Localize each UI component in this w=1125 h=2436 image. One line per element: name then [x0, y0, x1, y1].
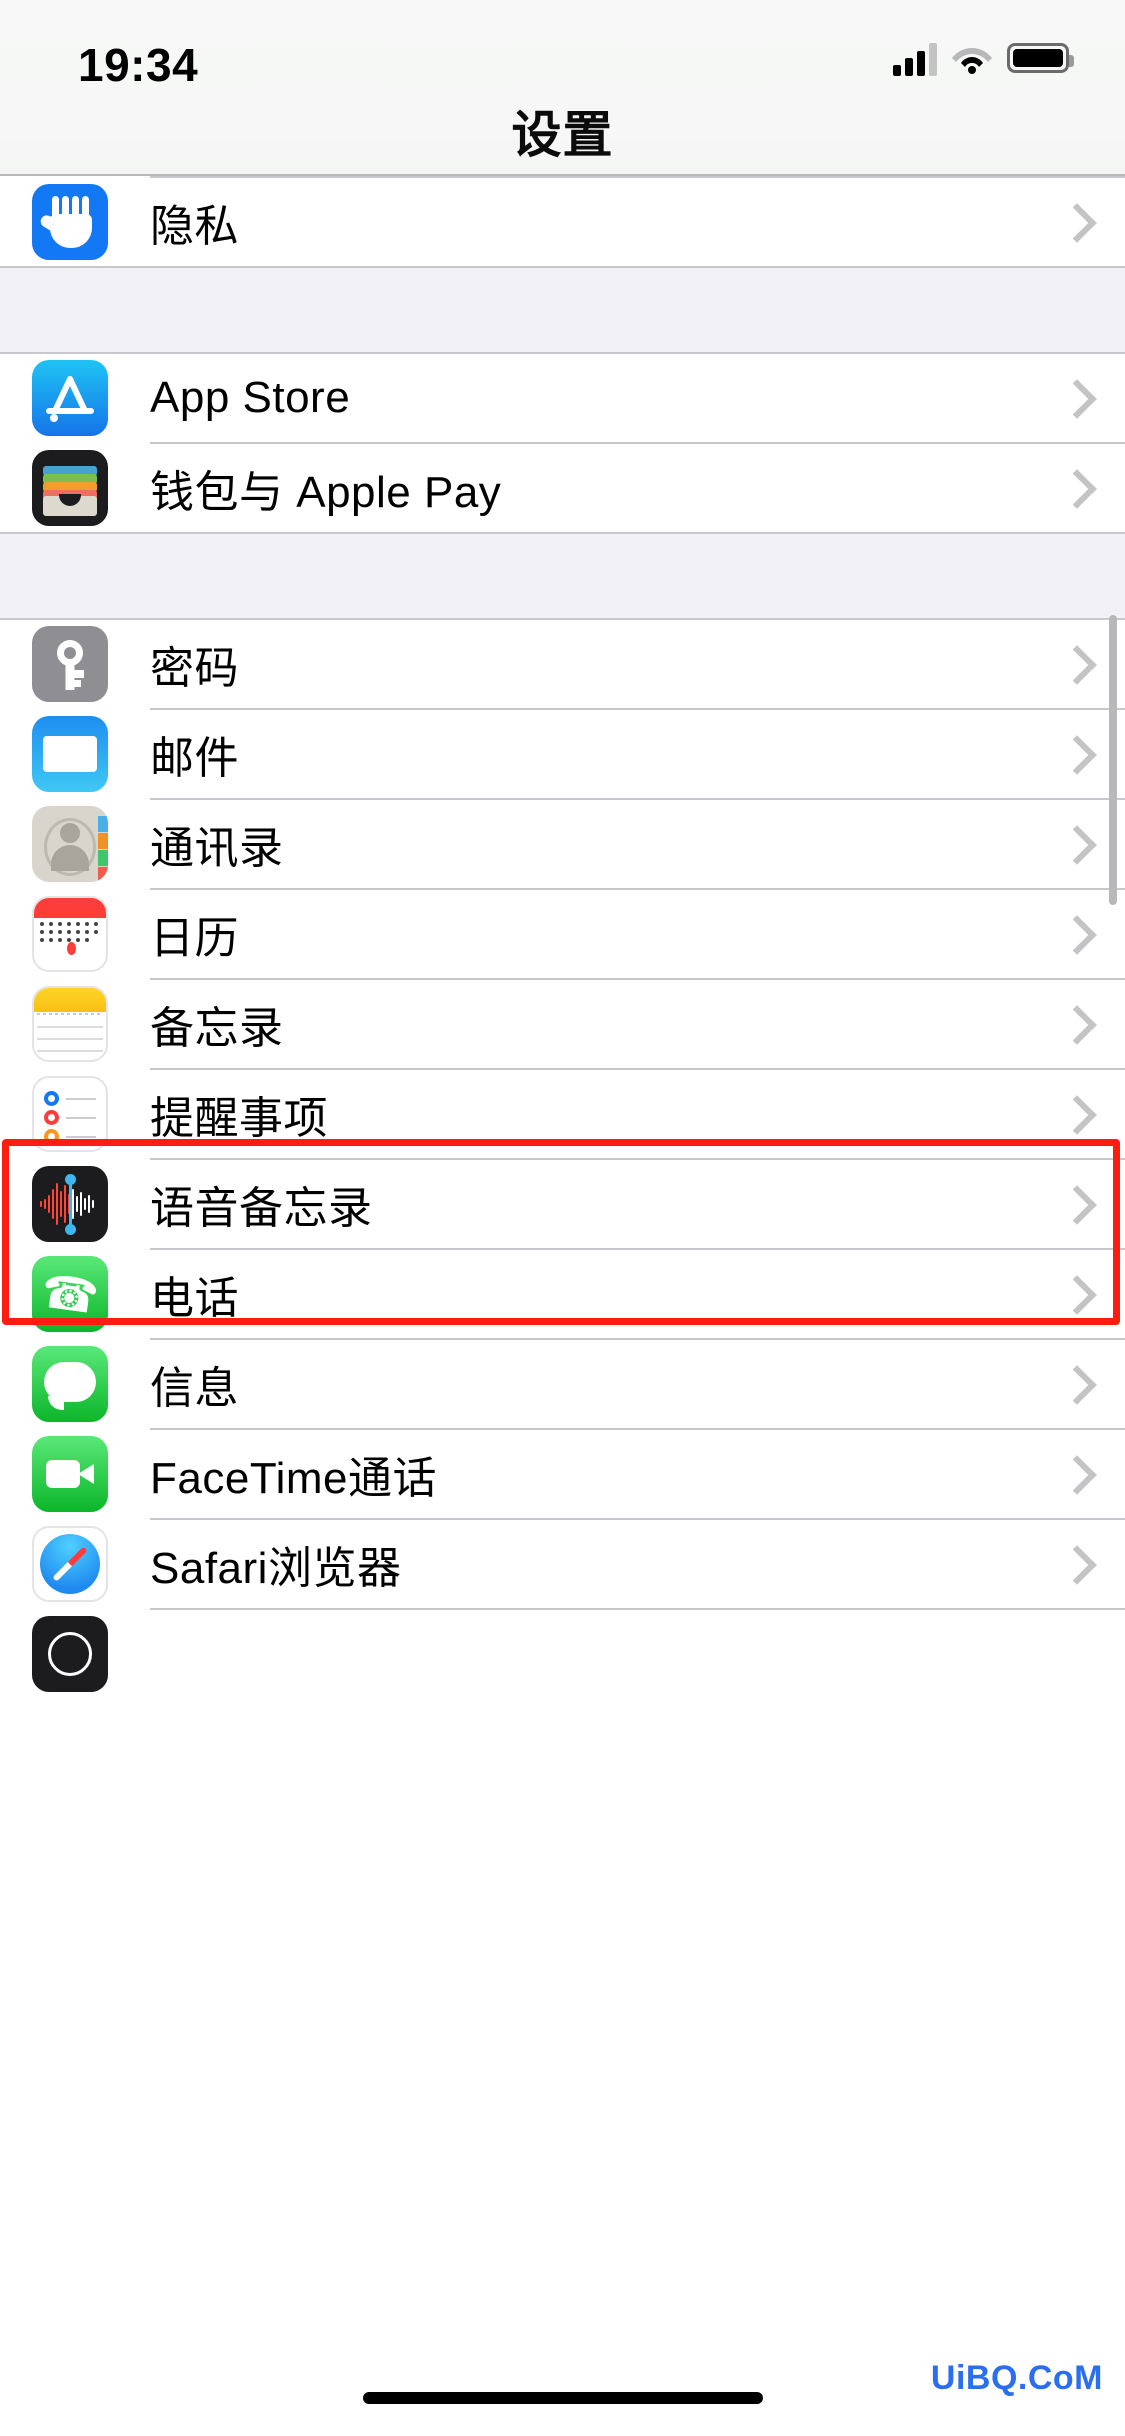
settings-row-label: 信息 — [150, 1364, 239, 1413]
settings-row-label: 通讯录 — [150, 824, 284, 873]
settings-row-label: 隐私 — [150, 202, 239, 251]
settings-row-mail[interactable]: 邮件 — [0, 710, 1125, 798]
wallet-icon — [32, 450, 108, 526]
key-icon — [32, 626, 108, 702]
privacy-hand-icon — [32, 184, 108, 260]
phone-icon: ☎ — [32, 1256, 108, 1332]
notes-icon — [32, 986, 108, 1062]
chevron-right-icon — [1063, 381, 1083, 415]
iphone-settings-screen: 19:34 设置 隐私 App Store 钱包与 Apple Pay 密码 邮… — [0, 0, 1125, 2436]
chevron-right-icon — [1063, 827, 1083, 861]
section-gap — [0, 532, 1125, 620]
page-title: 设置 — [511, 107, 614, 163]
settings-row-label: 备忘录 — [150, 1004, 284, 1053]
calendar-icon — [32, 896, 108, 972]
home-indicator[interactable] — [362, 2392, 763, 2404]
settings-row-safari[interactable]: Safari浏览器 — [0, 1520, 1125, 1608]
battery-icon — [1007, 43, 1074, 73]
section-gap — [0, 266, 1125, 354]
chevron-right-icon — [1063, 1187, 1083, 1221]
settings-row-calendar[interactable]: 日历 — [0, 890, 1125, 978]
settings-row-passwords[interactable]: 密码 — [0, 620, 1125, 708]
settings-list[interactable]: 隐私 App Store 钱包与 Apple Pay 密码 邮件 通讯录 日历 … — [0, 176, 1125, 2436]
reminders-icon — [32, 1076, 108, 1152]
status-bar-indicators — [893, 40, 1074, 76]
chevron-right-icon — [1063, 1367, 1083, 1401]
chevron-right-icon — [1063, 471, 1083, 505]
settings-row-wallet[interactable]: 钱包与 Apple Pay — [0, 444, 1125, 532]
chevron-right-icon — [1063, 1007, 1083, 1041]
vertical-scrollbar[interactable] — [1109, 615, 1117, 905]
settings-row-label: 提醒事项 — [150, 1094, 328, 1143]
settings-row-voice-memos[interactable]: 语音备忘录 — [0, 1160, 1125, 1248]
settings-row-label: 日历 — [150, 914, 239, 963]
settings-row-privacy[interactable]: 隐私 — [0, 178, 1125, 266]
mail-icon — [32, 716, 108, 792]
facetime-icon — [32, 1436, 108, 1512]
cellular-signal-icon — [893, 40, 937, 76]
settings-row-contacts[interactable]: 通讯录 — [0, 800, 1125, 888]
status-bar-time: 19:34 — [78, 39, 199, 91]
settings-row-label: 邮件 — [150, 734, 239, 783]
settings-row-label: App Store — [150, 373, 351, 422]
messages-icon — [32, 1346, 108, 1422]
chevron-right-icon — [1063, 205, 1083, 239]
settings-group-privacy: 隐私 — [0, 176, 1125, 266]
settings-row-messages[interactable]: 信息 — [0, 1340, 1125, 1428]
settings-row-label: 电话 — [150, 1274, 239, 1323]
safari-icon — [32, 1526, 108, 1602]
chevron-right-icon — [1063, 647, 1083, 681]
wifi-icon — [951, 42, 993, 74]
chevron-right-icon — [1063, 1457, 1083, 1491]
settings-group-apps: 密码 邮件 通讯录 日历 备忘录 提醒事项 语音备忘录 ☎ 电话 信息 Face… — [0, 620, 1125, 1698]
chevron-right-icon — [1063, 1277, 1083, 1311]
chevron-right-icon — [1063, 1547, 1083, 1581]
chevron-right-icon — [1063, 1097, 1083, 1131]
settings-row-notes[interactable]: 备忘录 — [0, 980, 1125, 1068]
app-store-icon — [32, 360, 108, 436]
settings-row-label: FaceTime通话 — [150, 1454, 437, 1503]
settings-row-label: 语音备忘录 — [150, 1184, 373, 1233]
settings-row-label: 钱包与 Apple Pay — [150, 468, 502, 517]
settings-row-label: 密码 — [150, 644, 239, 693]
settings-row-phone[interactable]: ☎ 电话 — [0, 1250, 1125, 1338]
settings-row-label: Safari浏览器 — [150, 1544, 402, 1593]
chevron-right-icon — [1063, 737, 1083, 771]
chevron-right-icon — [1063, 917, 1083, 951]
settings-row-partial-next[interactable] — [0, 1610, 1125, 1698]
settings-row-reminders[interactable]: 提醒事项 — [0, 1070, 1125, 1158]
watermark: UiBQ.CoM — [930, 2359, 1103, 2397]
news-icon — [32, 1616, 108, 1692]
settings-group-store: App Store 钱包与 Apple Pay — [0, 354, 1125, 532]
contacts-icon — [32, 806, 108, 882]
voice-memos-icon — [32, 1166, 108, 1242]
settings-row-app-store[interactable]: App Store — [0, 354, 1125, 442]
settings-row-facetime[interactable]: FaceTime通话 — [0, 1430, 1125, 1518]
